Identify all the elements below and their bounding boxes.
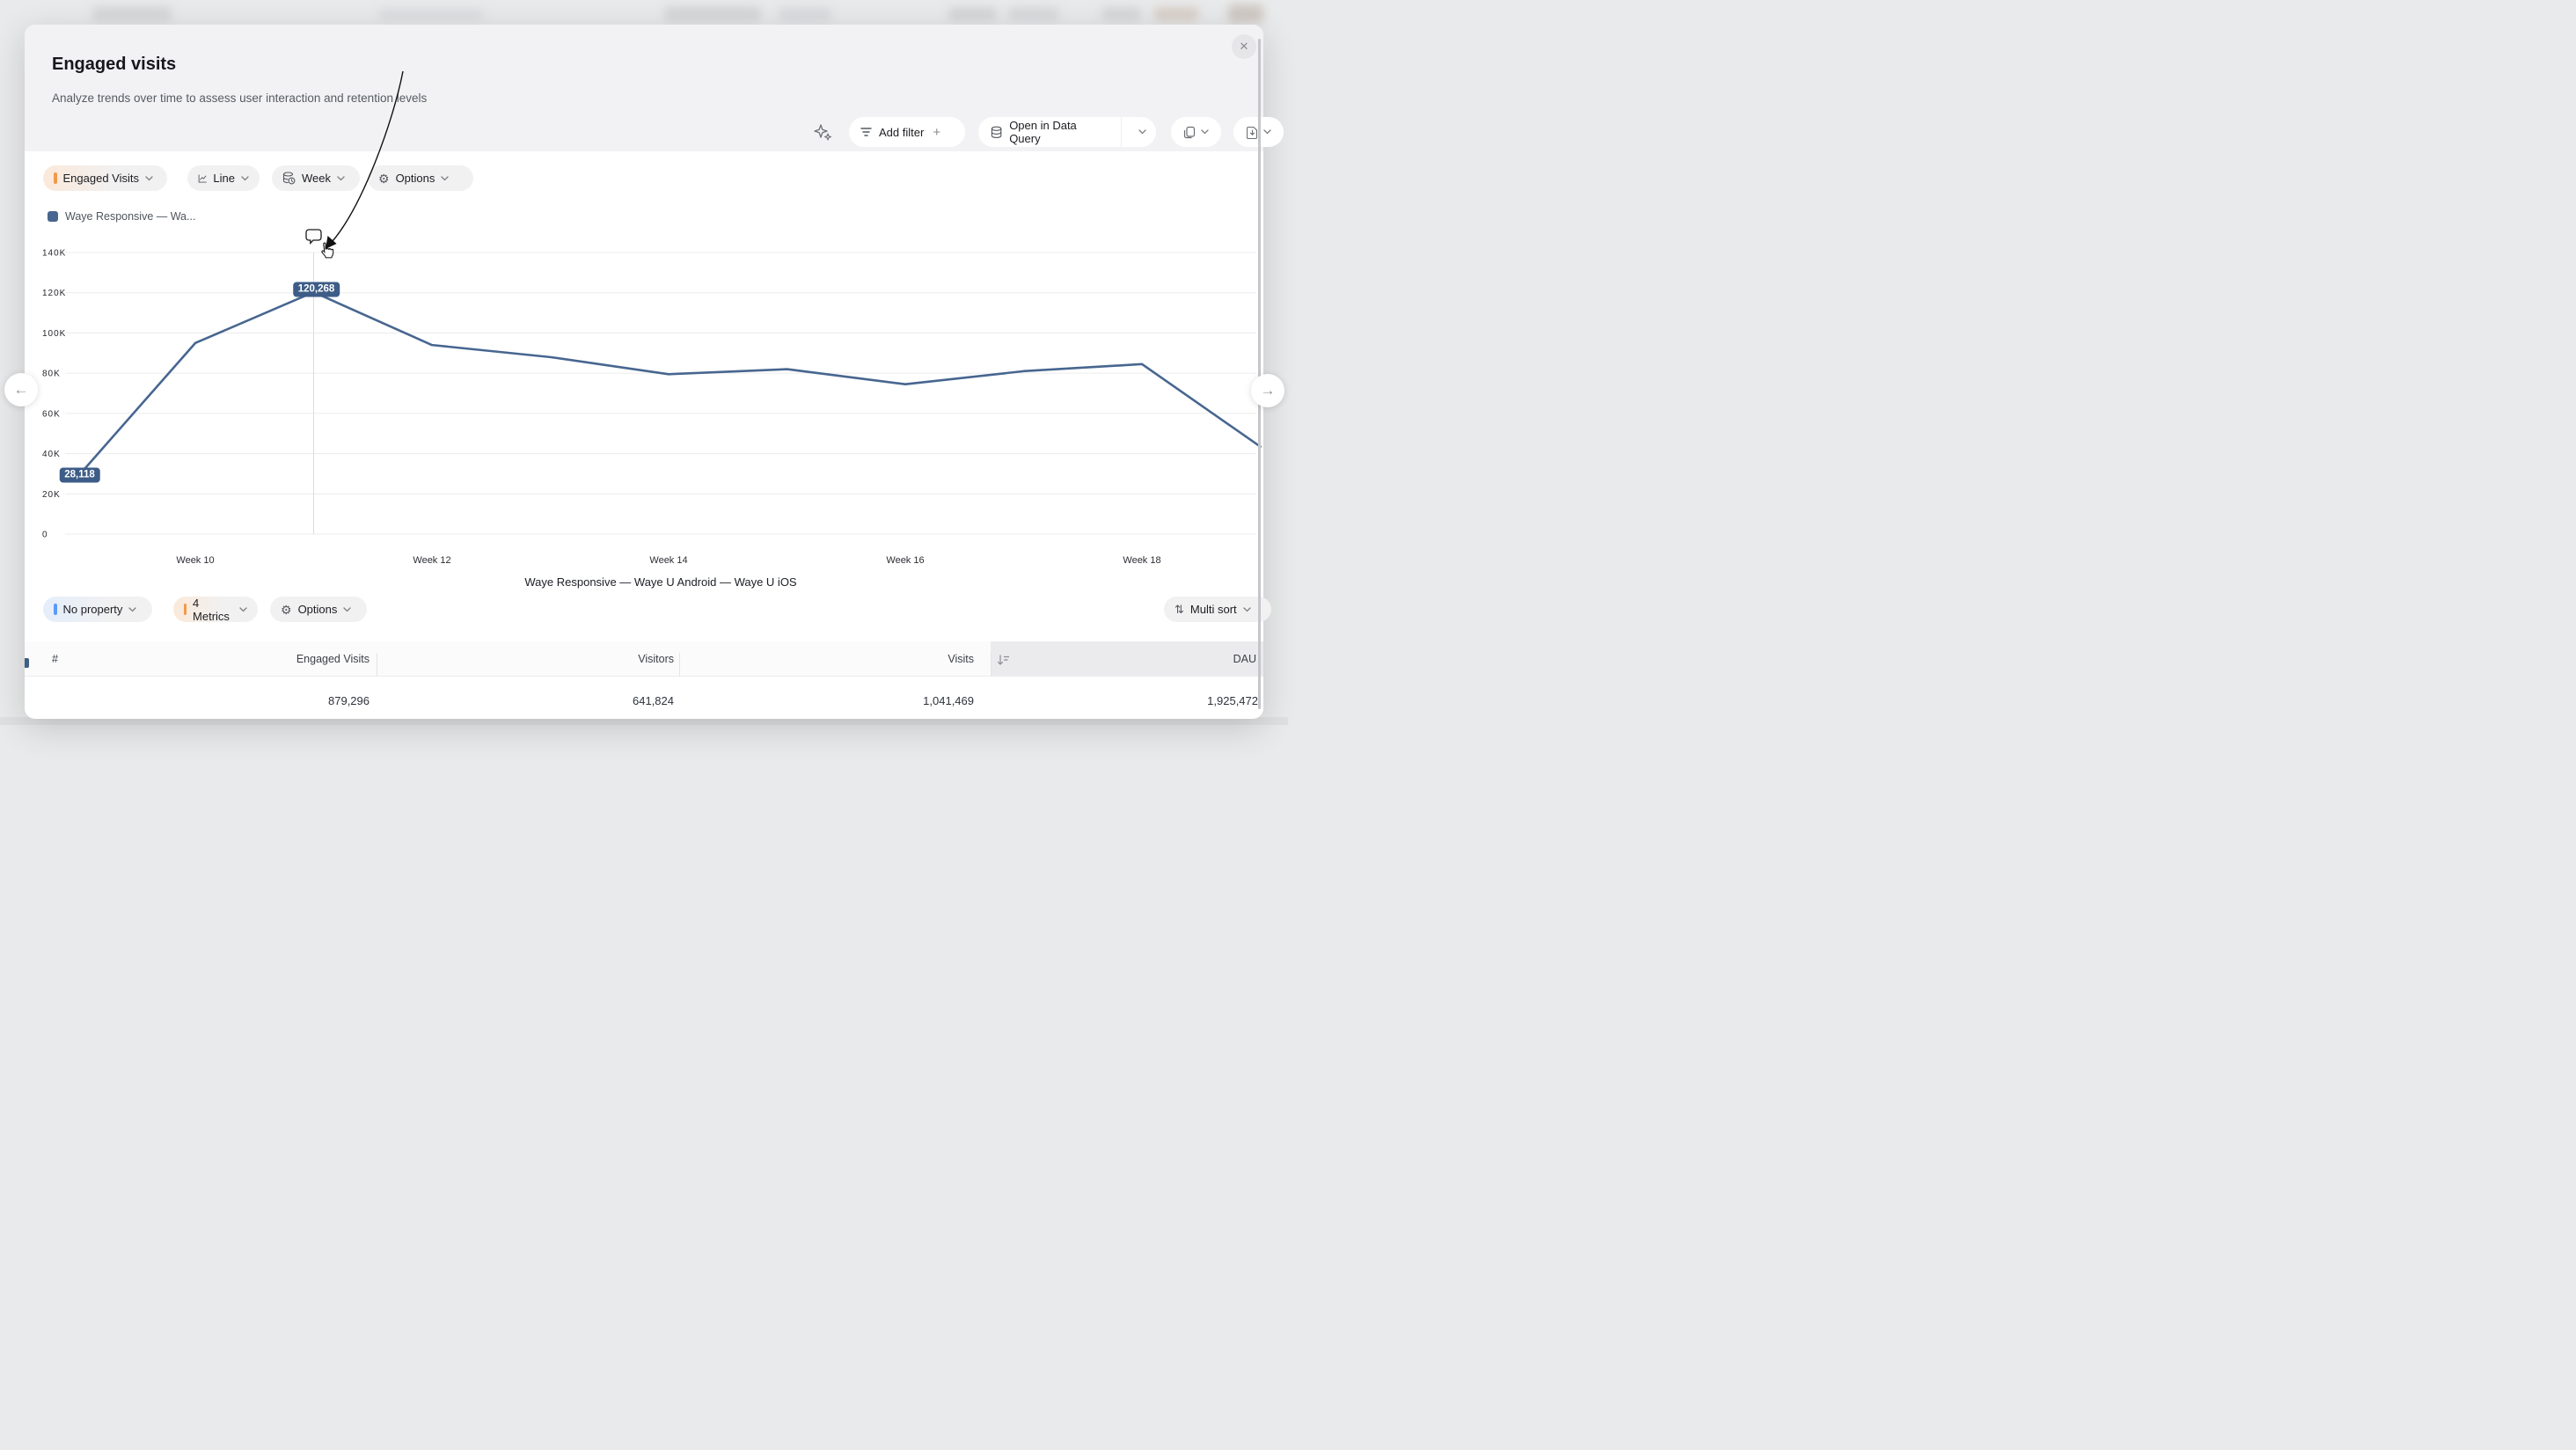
legend-swatch [48, 211, 58, 222]
plus-icon: + [933, 125, 940, 140]
background-blob [378, 9, 484, 20]
options-chip-label: Options [396, 172, 435, 185]
property-chip-label: No property [63, 603, 123, 616]
time-database-icon [282, 172, 296, 185]
cell-visits: 1,041,469 [798, 694, 974, 707]
chevron-down-icon [441, 176, 449, 181]
property-accent-bar [54, 604, 57, 615]
page-subtitle: Analyze trends over time to assess user … [52, 92, 427, 105]
column-header-engaged-visits[interactable]: Engaged Visits [194, 653, 370, 665]
gear-icon: ⚙ [281, 604, 292, 616]
close-icon[interactable]: ✕ [1232, 34, 1256, 59]
page-title: Engaged visits [52, 55, 176, 75]
duplicate-button[interactable] [1171, 117, 1221, 147]
background-blob [1101, 7, 1141, 21]
background-blob [1008, 7, 1059, 21]
background-blob [779, 7, 831, 22]
copy-icon [1183, 126, 1196, 139]
multi-sort-button[interactable]: ⇅ Multi sort [1164, 597, 1271, 622]
data-point-label: 28,118 [59, 467, 100, 482]
property-chip[interactable]: No property [43, 597, 152, 622]
sort-arrows-icon: ⇅ [1175, 604, 1184, 615]
column-header-visitors[interactable]: Visitors [498, 653, 674, 665]
legend-label: Waye Responsive — Wa... [65, 210, 195, 223]
metrics-chip[interactable]: 4 Metrics [173, 597, 258, 622]
chevron-down-icon [1138, 129, 1146, 135]
chart-type-chip[interactable]: Line [187, 165, 260, 191]
cell-visitors: 641,824 [498, 694, 674, 707]
chevron-down-icon [343, 607, 351, 612]
multi-sort-label: Multi sort [1190, 603, 1237, 616]
previous-chart-button[interactable]: ← [4, 373, 38, 406]
background-blob [948, 7, 997, 21]
add-filter-button[interactable]: Add filter + [849, 117, 965, 147]
metric-accent-bar [54, 172, 57, 184]
options-chip[interactable]: ⚙ Options [368, 165, 473, 191]
ai-sparkles-icon[interactable] [811, 123, 834, 147]
background-blob [1154, 7, 1198, 21]
download-icon [1247, 126, 1258, 139]
vertical-scrollbar[interactable] [1258, 39, 1261, 709]
granularity-chip[interactable]: Week [272, 165, 360, 191]
cell-dau: 1,925,472 [1082, 694, 1258, 707]
chevron-down-icon [1263, 129, 1271, 135]
chart-caption: Waye Responsive — Waye U Android — Waye … [65, 575, 1256, 589]
column-header-visits[interactable]: Visits [798, 653, 974, 665]
column-header-dau[interactable]: DAU [1080, 653, 1256, 665]
metrics-accent-bar [184, 604, 187, 615]
column-header-index[interactable]: # [52, 653, 58, 665]
chart-type-chip-label: Line [213, 172, 235, 185]
table-divider [25, 676, 1263, 677]
gear-icon: ⚙ [378, 172, 390, 185]
open-in-data-query-dropdown[interactable] [1129, 129, 1156, 135]
chevron-down-icon [239, 607, 247, 612]
chevron-down-icon [241, 176, 249, 181]
column-divider [679, 653, 680, 676]
background-blob [1228, 4, 1263, 23]
legend[interactable]: Waye Responsive — Wa... [48, 210, 195, 223]
chevron-down-icon [1201, 129, 1209, 135]
open-in-data-query-label: Open in Data Query [1009, 119, 1105, 145]
add-filter-label: Add filter [879, 126, 924, 139]
metric-chip-label: Engaged Visits [63, 172, 140, 185]
background-blob [664, 6, 761, 22]
database-icon [991, 126, 1002, 139]
metric-chip[interactable]: Engaged Visits [43, 165, 167, 191]
metrics-chip-label: 4 Metrics [193, 597, 233, 623]
divider [1121, 117, 1122, 147]
cell-engaged-visits: 879,296 [194, 694, 370, 707]
table-options-chip-label: Options [298, 603, 338, 616]
open-in-data-query-button[interactable]: Open in Data Query [978, 117, 1156, 147]
next-chart-button[interactable]: → [1251, 374, 1284, 407]
chevron-down-icon [1243, 607, 1251, 612]
data-point-label: 120,268 [293, 282, 340, 297]
sort-descending-icon[interactable] [997, 655, 1010, 670]
filter-icon [860, 127, 872, 137]
line-chart-icon [198, 172, 207, 185]
chevron-down-icon [337, 176, 345, 181]
row-indicator [25, 658, 29, 668]
arrow-right-icon: → [1261, 382, 1276, 399]
chevron-down-icon [128, 607, 136, 612]
granularity-chip-label: Week [302, 172, 331, 185]
arrow-left-icon: ← [14, 381, 29, 399]
background-blob [92, 6, 172, 22]
chevron-down-icon [145, 176, 153, 181]
column-divider [991, 653, 992, 676]
table-options-chip[interactable]: ⚙ Options [270, 597, 367, 622]
